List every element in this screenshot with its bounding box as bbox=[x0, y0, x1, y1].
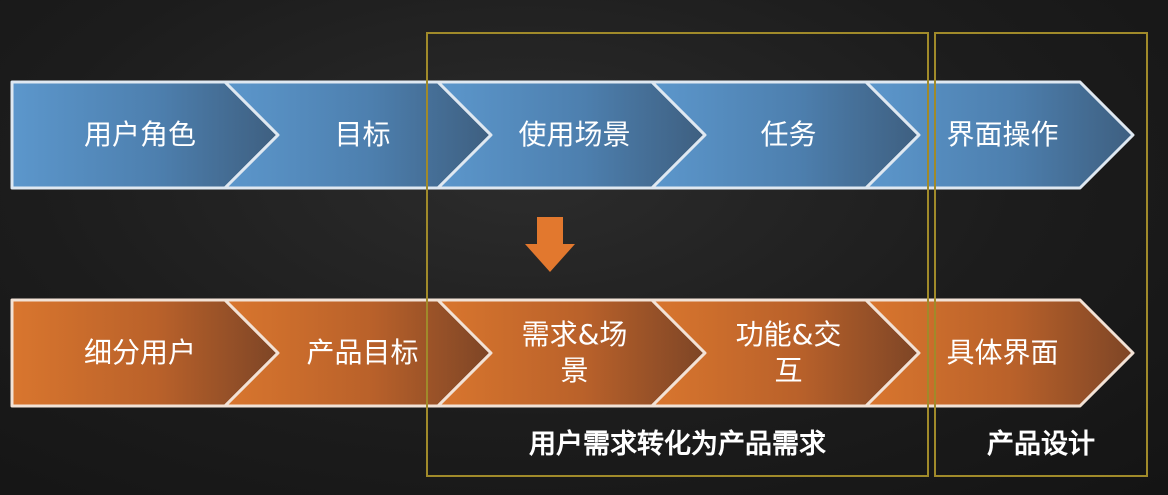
arrow-down-icon bbox=[525, 217, 575, 272]
top-label-usage-scenario: 使用场景 bbox=[518, 117, 631, 151]
bottom-label-requirement-scenario: 需求&场 景 bbox=[521, 317, 628, 387]
flow-diagram: 用户角色 目标 使用场景 任务 界面操作 细分用户 产品目标 需求&场 景 功能… bbox=[0, 0, 1168, 495]
top-label-user-role: 用户角色 bbox=[83, 117, 196, 151]
top-label-task: 任务 bbox=[760, 117, 817, 151]
bottom-label-segment-users: 细分用户 bbox=[83, 335, 196, 369]
caption-requirements: 用户需求转化为产品需求 bbox=[529, 429, 826, 460]
diagram-canvas bbox=[10, 32, 1148, 477]
caption-design: 产品设计 bbox=[987, 429, 1095, 460]
top-label-goal: 目标 bbox=[334, 117, 391, 151]
bottom-label-product-goal: 产品目标 bbox=[306, 335, 419, 369]
top-label-ui-operation: 界面操作 bbox=[946, 117, 1059, 151]
bottom-label-concrete-ui: 具体界面 bbox=[946, 335, 1059, 369]
bottom-label-feature-interaction: 功能&交 互 bbox=[735, 317, 842, 387]
